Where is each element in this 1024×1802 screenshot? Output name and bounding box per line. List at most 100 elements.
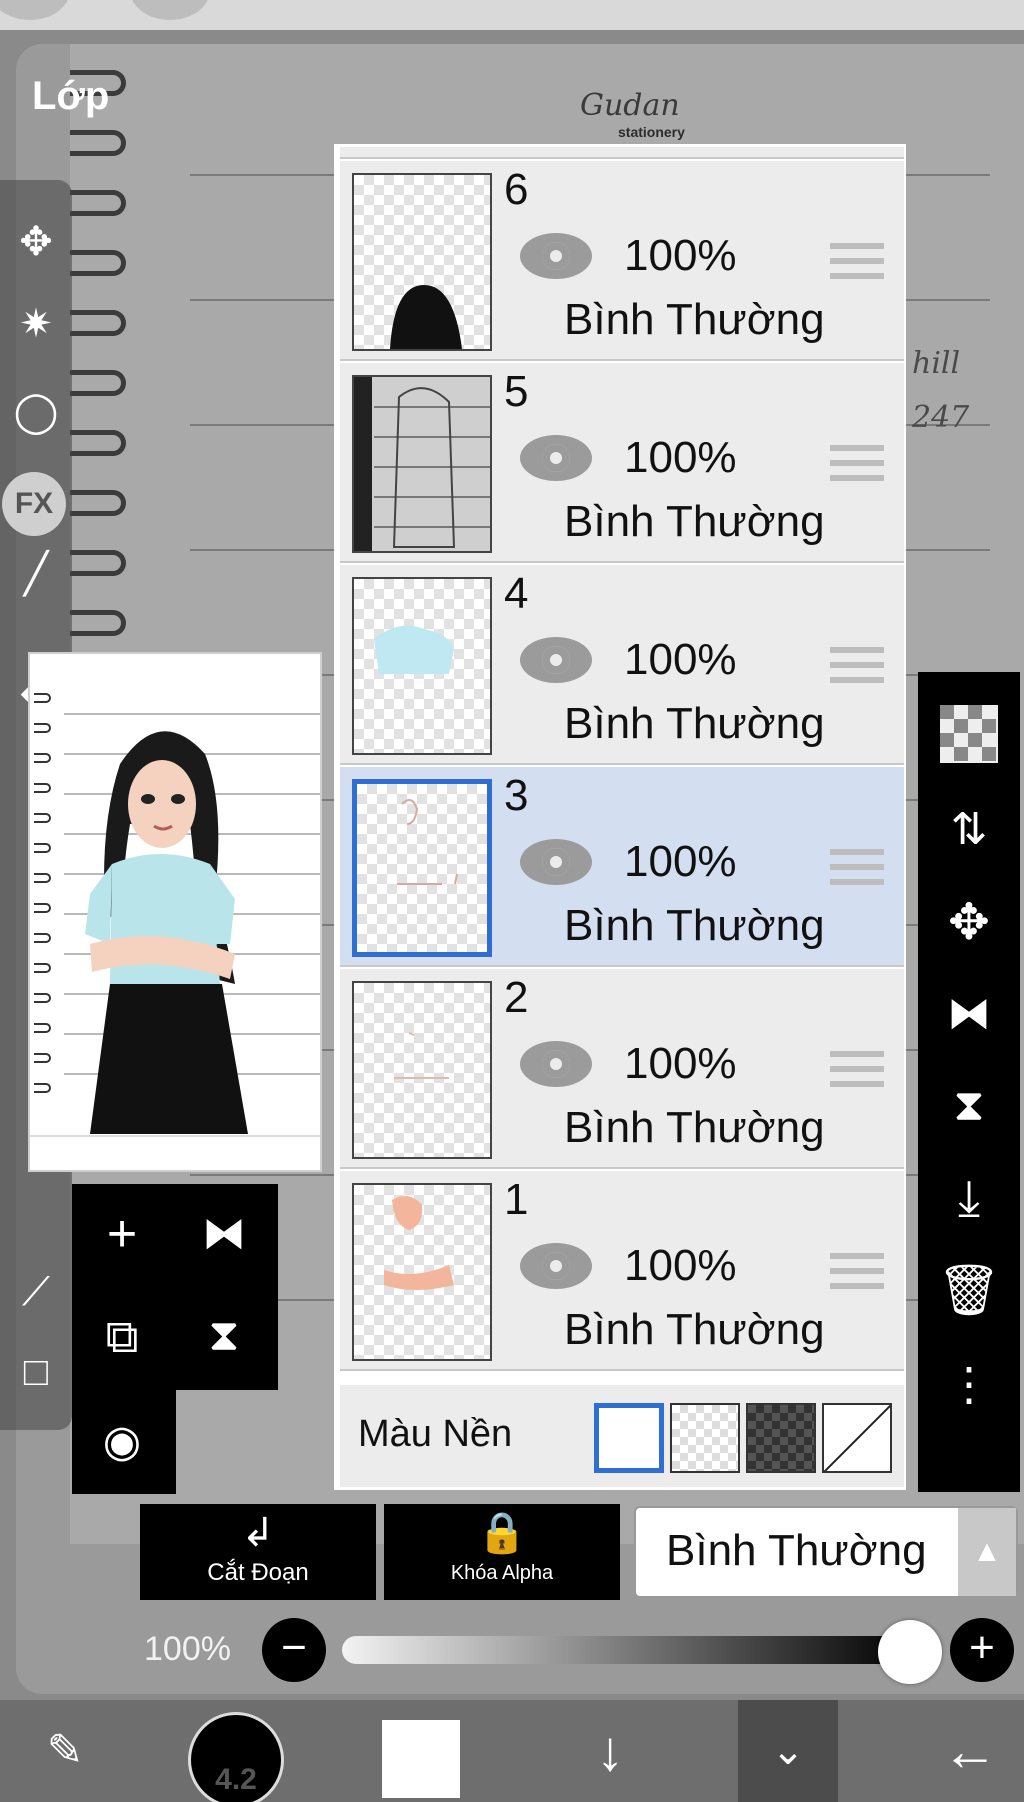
visibility-eye-icon[interactable] — [520, 435, 592, 481]
drag-handle-icon[interactable] — [830, 243, 884, 279]
drag-handle-icon[interactable] — [830, 849, 884, 885]
opacity-slider[interactable] — [342, 1636, 912, 1664]
layer-thumbnail — [352, 981, 492, 1159]
layer-thumbnail — [352, 173, 492, 351]
down-arrow-icon[interactable]: ↓ — [560, 1700, 660, 1802]
layer-row-3[interactable]: 3 100% Bình Thường — [340, 767, 904, 967]
current-color-swatch[interactable] — [382, 1720, 460, 1798]
camera-icon[interactable]: ◉ — [72, 1392, 172, 1492]
handwritten-note-1: hill — [912, 346, 961, 381]
more-icon[interactable]: ⋮ — [918, 1344, 1020, 1436]
blend-mode-value: Bình Thường — [666, 1526, 927, 1575]
layer-opacity: 100% — [624, 1241, 737, 1290]
checker-icon[interactable] — [918, 684, 1020, 776]
layer-row-1[interactable]: 1 100% Bình Thường — [340, 1171, 904, 1371]
handwritten-note-2: 247 — [912, 400, 970, 435]
fx-icon[interactable]: FX — [2, 472, 66, 536]
bg-swatch-dark-checker[interactable] — [746, 1403, 816, 1473]
copy-layer-icon[interactable]: ⧉ — [72, 1286, 172, 1386]
canvas-icon[interactable]: □ — [4, 1340, 68, 1404]
drag-handle-icon[interactable] — [830, 647, 884, 683]
opacity-decrease-button[interactable]: − — [262, 1618, 326, 1682]
layer-blend-mode: Bình Thường — [564, 699, 825, 748]
layer-thumbnail — [352, 577, 492, 755]
add-layer-icon[interactable]: + — [72, 1184, 172, 1284]
flip-h-icon[interactable]: ⧓ — [918, 968, 1020, 1060]
move-layer-icon[interactable]: ✥ — [918, 876, 1020, 968]
layer-row-partial — [340, 147, 904, 159]
visibility-eye-icon[interactable] — [520, 1243, 592, 1289]
clipping-button[interactable]: ↲ Cắt Đoạn — [140, 1504, 376, 1600]
layer-blend-mode: Bình Thường — [564, 1305, 825, 1354]
alpha-lock-label: Khóa Alpha — [450, 1562, 554, 1584]
notebook-logo-sub: stationery — [618, 124, 685, 140]
blend-mode-select[interactable]: Bình Thường ▲ — [634, 1506, 1018, 1598]
double-chevron-down-icon: ⌄ — [771, 1729, 805, 1773]
layer-quick-actions-extra: ◉ — [72, 1390, 176, 1494]
layer-number: 6 — [504, 165, 529, 214]
notebook-logo: Gudan — [580, 88, 680, 123]
brush-size-button[interactable]: 4.2 — [188, 1712, 284, 1802]
layer-number: 2 — [504, 973, 529, 1022]
bg-swatch-none[interactable] — [822, 1403, 892, 1473]
layer-blend-mode: Bình Thường — [564, 1103, 825, 1152]
layer-number: 5 — [504, 367, 529, 416]
bg-swatch-white[interactable] — [594, 1403, 664, 1473]
move-icon[interactable]: ✥ — [4, 210, 68, 274]
swap-layer-icon[interactable]: ⇅ — [918, 784, 1020, 876]
right-action-rail: ⇅ ✥ ⧓ ⧗ ⤓ 🗑 ⋮ — [918, 672, 1020, 1492]
flip-v-icon[interactable]: ⧗ — [918, 1060, 1020, 1152]
visibility-eye-icon[interactable] — [520, 1041, 592, 1087]
flip-vertical-icon[interactable]: ⧗ — [174, 1286, 274, 1386]
layer-thumbnail — [352, 779, 492, 957]
layer-opacity: 100% — [624, 837, 737, 886]
trash-icon[interactable]: 🗑 — [918, 1244, 1020, 1336]
layer-blend-mode: Bình Thường — [564, 295, 825, 344]
drag-handle-icon[interactable] — [830, 445, 884, 481]
layer-menu-button[interactable]: ⌄ — [738, 1700, 838, 1802]
dropdown-arrow-icon[interactable]: ▲ — [958, 1508, 1016, 1596]
layer-opacity: 100% — [624, 231, 737, 280]
visibility-eye-icon[interactable] — [520, 233, 592, 279]
layer-row-2[interactable]: 2 100% Bình Thường — [340, 969, 904, 1169]
layer-opacity: 100% — [624, 433, 737, 482]
layer-opacity: 100% — [624, 635, 737, 684]
opacity-slider-thumb[interactable] — [878, 1620, 942, 1684]
visibility-eye-icon[interactable] — [520, 637, 592, 683]
visibility-eye-icon[interactable] — [520, 839, 592, 885]
clipping-arrow-icon: ↲ — [241, 1511, 275, 1555]
opacity-increase-button[interactable]: + — [950, 1618, 1014, 1682]
drag-handle-icon[interactable] — [830, 1253, 884, 1289]
brush-size-value: 4.2 — [215, 1763, 257, 1796]
layer-row-4[interactable]: 4 100% Bình Thường — [340, 565, 904, 765]
canvas-preview — [28, 652, 322, 1172]
bottom-toolbar: ✎ ↓ ← — [0, 1700, 1024, 1802]
eyedropper-icon[interactable]: ⟋ — [4, 1260, 68, 1324]
layer-thumbnail — [352, 375, 492, 553]
drag-handle-icon[interactable] — [830, 1051, 884, 1087]
layer-blend-mode: Bình Thường — [564, 497, 825, 546]
layer-row-6[interactable]: 6 100% Bình Thường — [340, 161, 904, 361]
background-color-row: Màu Nền — [340, 1385, 904, 1487]
bg-swatch-transparent[interactable] — [670, 1403, 740, 1473]
layer-quick-actions: + ⧓ ⧉ ⧗ — [72, 1184, 278, 1390]
brush-eraser-toggle-icon[interactable]: ✎ — [10, 1700, 120, 1802]
layer-blend-mode: Bình Thường — [564, 901, 825, 950]
alpha-lock-button[interactable]: 🔒 Khóa Alpha — [384, 1504, 620, 1600]
lasso-icon[interactable]: ◯ — [4, 380, 68, 444]
merge-down-icon[interactable]: ⤓ — [918, 1152, 1020, 1244]
lock-icon: 🔒 — [477, 1511, 527, 1555]
preview-illustration — [30, 654, 320, 1170]
clipping-label: Cắt Đoạn — [207, 1559, 309, 1586]
brush-icon[interactable]: ╱ — [4, 542, 68, 606]
flip-horizontal-icon[interactable]: ⧓ — [174, 1184, 274, 1284]
layers-list: 6 100% Bình Thường 5 100% Bình Thường 4 … — [334, 144, 906, 1490]
layer-number: 3 — [504, 771, 529, 820]
layer-panel-title: Lớp — [32, 74, 110, 118]
background-color-label: Màu Nền — [358, 1413, 513, 1455]
layer-row-5[interactable]: 5 100% Bình Thường — [340, 363, 904, 563]
back-arrow-icon[interactable]: ← — [920, 1700, 1020, 1802]
opacity-value: 100% — [144, 1630, 231, 1668]
magic-wand-icon[interactable]: ✷ — [4, 292, 68, 356]
layer-number: 4 — [504, 569, 529, 618]
